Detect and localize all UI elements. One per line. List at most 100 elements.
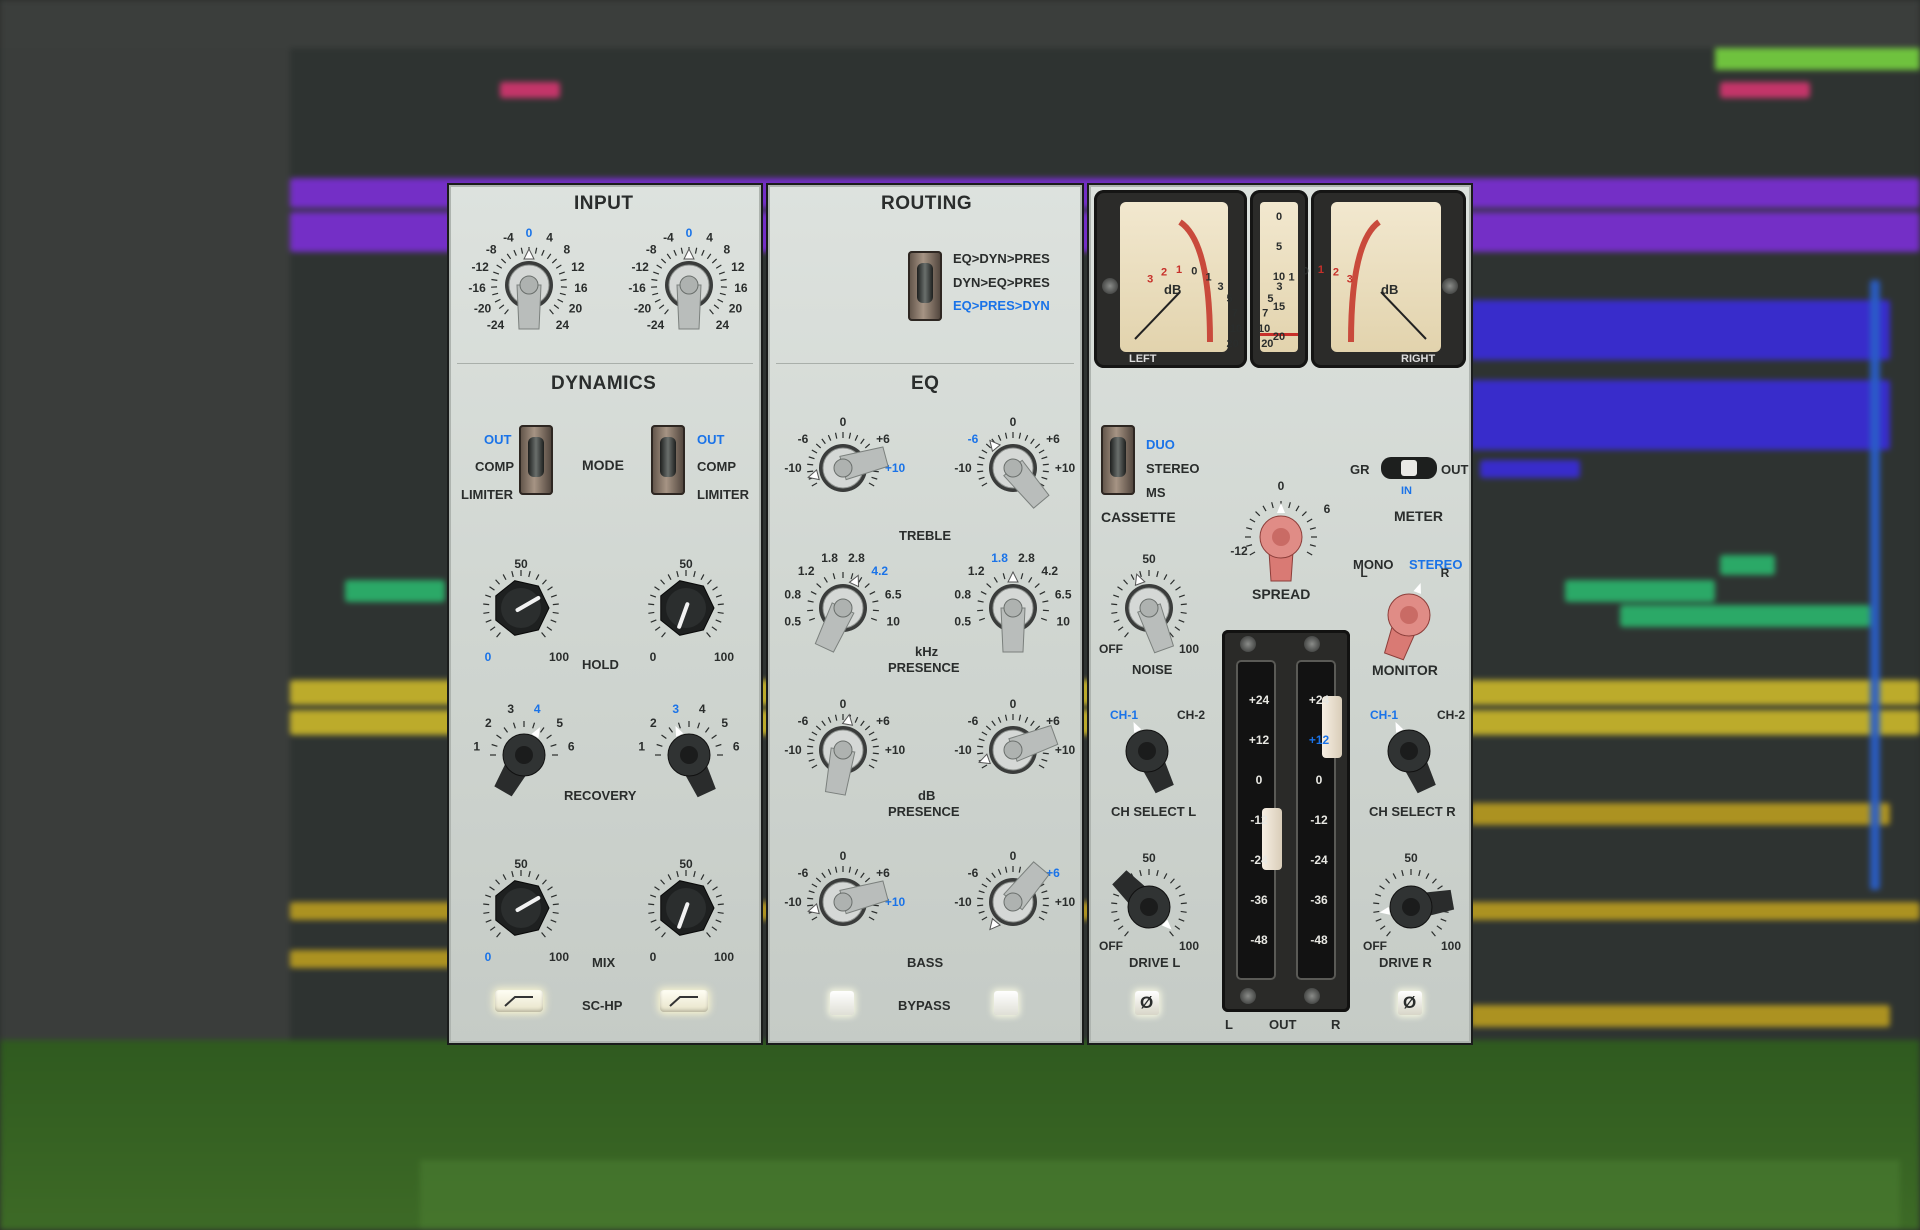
input-scale-label: -16: [628, 281, 646, 295]
eq-scale-label: +10: [1055, 895, 1076, 909]
drive-l-mid: 50: [1142, 851, 1156, 865]
hold-max: 100: [549, 650, 569, 664]
gr-meter-scale-label: 5: [1276, 241, 1282, 253]
presence-khz-scale-label: 1.2: [798, 564, 815, 578]
drive-l-max: 100: [1179, 939, 1199, 953]
input-scale-label: 20: [569, 301, 583, 315]
presence-khz-scale-label: 2.8: [1018, 551, 1035, 565]
input-scale-label: 4: [546, 230, 553, 244]
vu-right-scale-label: 1: [1318, 264, 1324, 276]
input-scale-label: -20: [474, 301, 492, 315]
presence-gain-knob-right-graphic[interactable]: [975, 724, 1059, 774]
vu-left-scale-label: 10: [1230, 323, 1242, 335]
vu-right-scale-label: 0: [1303, 266, 1309, 278]
daw-track-list[interactable]: [0, 48, 290, 1058]
presence-khz-scale-label: 1.2: [968, 564, 985, 578]
monitor-l: L: [1360, 566, 1367, 580]
eq-scale-label: -10: [784, 895, 802, 909]
recovery-scale-label: 2: [485, 716, 492, 730]
vu-right-scale-label: 10: [1258, 323, 1270, 335]
input-scale-label: 20: [729, 301, 743, 315]
recovery-scale-label: 3: [507, 702, 514, 716]
fader-scale-right: 0: [1316, 773, 1323, 787]
input-knob-left-graphic[interactable]: [505, 247, 553, 330]
input-scale-label: -16: [468, 281, 486, 295]
noise-mid: 50: [1142, 552, 1156, 566]
eq-scale-label: +10: [885, 743, 906, 757]
mix-knob-right-graphic[interactable]: [660, 880, 715, 936]
input-scale-label: 12: [731, 260, 745, 274]
eq-scale-label: -6: [798, 714, 809, 728]
eq-scale-label: +10: [1055, 461, 1076, 475]
knob-graphics-layer: -24-20-16-12-8-4 0 4812162024 -24-20-16-12-…: [468, 211, 1465, 964]
vu-left-scale-label: 1: [1176, 264, 1182, 276]
presence-freq-knob-right-graphic[interactable]: [989, 570, 1037, 653]
mix-max: 100: [549, 950, 569, 964]
noise-knob-graphic[interactable]: [1125, 570, 1175, 654]
input-scale-label: -4: [503, 230, 514, 244]
vu-right-scale-label: 20: [1261, 338, 1273, 350]
ch-select-r-ch1: CH-1: [1370, 708, 1398, 722]
spread-max: 6: [1324, 502, 1331, 516]
recovery-knob-left-graphic[interactable]: [492, 721, 552, 798]
gr-meter-scale-label: 10: [1273, 271, 1285, 283]
vu-left-scale-label: 3: [1218, 281, 1224, 293]
daw-cycle-region: [1715, 48, 1920, 70]
spread-knob-graphic[interactable]: [1259, 503, 1303, 582]
daw-mixer-strips: [420, 1160, 1900, 1230]
bass-knob-right-graphic[interactable]: [981, 861, 1051, 938]
fader-scale-right: -36: [1310, 893, 1328, 907]
presence-freq-knob-left-graphic[interactable]: [814, 570, 870, 653]
eq-scale-label: -10: [954, 461, 972, 475]
noise-max: 100: [1179, 642, 1199, 656]
ch-select-r-ch2: CH-2: [1437, 708, 1465, 722]
input-scale-label: 4: [706, 230, 713, 244]
presence-khz-scale-label: 10: [1057, 614, 1071, 628]
drive-r-min: OFF: [1363, 939, 1387, 953]
input-scale-label: 0: [686, 226, 693, 240]
eq-scale-label: -6: [968, 714, 979, 728]
fader-scale-left: -12: [1250, 813, 1268, 827]
hold-min: 0: [650, 650, 657, 664]
bass-knob-left-graphic[interactable]: [805, 878, 889, 926]
mix-knob-left-graphic[interactable]: [495, 880, 550, 936]
vu-left-scale-label: 0: [1191, 266, 1197, 278]
eq-scale-label: -10: [954, 895, 972, 909]
presence-khz-scale-label: 4.2: [871, 564, 888, 578]
input-knob-right-graphic[interactable]: [665, 247, 713, 330]
input-scale-label: -4: [663, 230, 674, 244]
fader-scale-left: +24: [1249, 693, 1270, 707]
presence-gain-knob-left-graphic[interactable]: [819, 712, 867, 796]
eq-scale-label: -6: [968, 432, 979, 446]
presence-khz-scale-label: 0.8: [784, 588, 801, 602]
eq-scale-label: -10: [784, 743, 802, 757]
monitor-knob-graphic[interactable]: [1382, 579, 1433, 661]
input-scale-label: 24: [716, 318, 730, 332]
eq-scale-label: 0: [1010, 415, 1017, 429]
drive-r-knob-graphic[interactable]: [1377, 885, 1455, 929]
input-scale-label: 0: [526, 226, 533, 240]
treble-knob-left-graphic[interactable]: [805, 444, 889, 492]
hold-knob-left-graphic[interactable]: [495, 580, 550, 636]
recovery-scale-label: 4: [699, 702, 706, 716]
hold-knob-right-graphic[interactable]: [660, 580, 715, 636]
mix-max: 100: [714, 950, 734, 964]
presence-khz-scale-label: 4.2: [1041, 564, 1058, 578]
fader-scale-left: +12: [1249, 733, 1270, 747]
vu-left-scale-label: 3: [1147, 273, 1153, 285]
ch-select-r-knob-graphic[interactable]: [1384, 717, 1439, 795]
fader-scale-right: -12: [1310, 813, 1328, 827]
noise-min: OFF: [1099, 642, 1123, 656]
spread-min: -12: [1230, 544, 1248, 558]
ch-select-l-knob-graphic[interactable]: [1122, 717, 1177, 795]
mix-mid: 50: [514, 857, 528, 871]
mix-mid: 50: [679, 857, 693, 871]
fader-scale-left: -48: [1250, 933, 1268, 947]
gr-meter-scale-label: 0: [1276, 211, 1282, 223]
input-scale-label: -20: [634, 301, 652, 315]
eq-scale-label: +6: [1046, 432, 1060, 446]
eq-scale-label: 0: [840, 415, 847, 429]
input-scale-label: 12: [571, 260, 585, 274]
input-scale-label: -12: [471, 260, 489, 274]
input-scale-label: 24: [556, 318, 570, 332]
